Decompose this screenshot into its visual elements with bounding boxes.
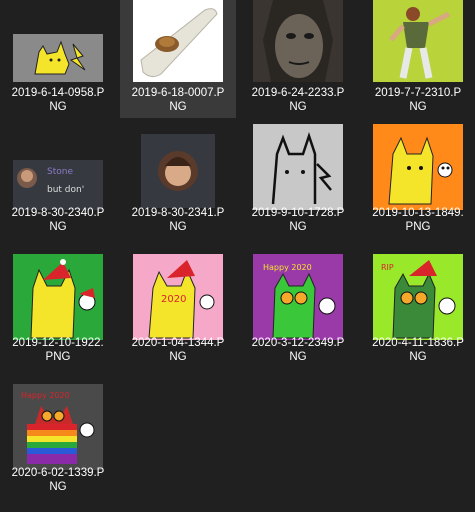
file-name: 2020-3-12-2349.P NG [251,337,345,363]
drawing-caption: RIP [381,263,394,272]
pikachu-orange-thumbnail [373,124,463,210]
chat-message: but don' [47,185,84,195]
file-item[interactable]: 2020 2020-1-04-1344.P NG [120,250,236,368]
pikachu-drawing-thumbnail [13,34,103,82]
kazoo-photo-thumbnail [133,0,223,82]
sketch-drawing-thumbnail [253,124,343,210]
file-item[interactable]: 2019-6-24-2233.P NG [240,0,356,118]
file-item[interactable]: 2019-10-13-1849. PNG [360,120,475,238]
avatar-screenshot-thumbnail [141,134,215,208]
chat-username: Stone [47,167,73,177]
file-item[interactable]: Happy 2020 2020-3-12-2349.P NG [240,250,356,368]
file-name: 2019-7-7-2310.P NG [374,87,462,113]
file-name: 2020-6-02-1339.P NG [11,467,105,493]
file-name: 2019-10-13-1849. PNG [372,207,464,233]
dancing-man-thumbnail [373,0,463,82]
file-name: 2019-8-30-2340.P NG [11,207,105,233]
file-name: 2019-6-18-0007.P NG [131,87,225,113]
file-name: 2019-9-10-1728.P NG [251,207,345,233]
drawing-caption: 2020 [161,294,186,305]
file-item[interactable]: Happy 2020 2020-6-02-1339.P NG [0,380,116,498]
file-item[interactable]: 2019-8-30-2341.P NG [120,120,236,238]
drawing-caption: Happy 2020 [21,391,70,400]
drawing-caption: Happy 2020 [263,263,312,272]
file-name: 2019-12-10-1922. PNG [12,337,104,363]
file-item[interactable]: 2019-7-7-2310.P NG [360,0,475,118]
file-name: 2019-6-24-2233.P NG [251,87,345,113]
file-name: 2020-1-04-1344.P NG [131,337,225,363]
file-name: 2019-8-30-2341.P NG [131,207,225,233]
pikachu-christmas-thumbnail [13,254,103,340]
purple-green-drawing-thumbnail: Happy 2020 [253,254,343,340]
file-name: 2019-6-14-0958.P NG [11,87,105,113]
lime-drawing-thumbnail: RIP [373,254,463,340]
pikachu-pink-thumbnail: 2020 [133,254,223,340]
chat-screenshot-thumbnail: Stone but don' [13,160,103,210]
file-name: 2020-4-11-1836.P NG [372,337,464,363]
file-item[interactable]: 2019-6-18-0007.P NG [120,0,236,118]
face-photo-thumbnail [253,0,343,82]
file-item[interactable]: Stone but don' 2019-8-30-2340.P NG [0,120,116,238]
file-item[interactable]: 2019-9-10-1728.P NG [240,120,356,238]
file-item[interactable]: 2019-6-14-0958.P NG [0,0,116,118]
rainbow-drawing-thumbnail: Happy 2020 [13,384,103,470]
file-grid: 2019-6-14-0958.P NG 2019-6-18-0007.P NG [0,0,475,512]
file-item[interactable]: 2019-12-10-1922. PNG [0,250,116,368]
file-item[interactable]: RIP 2020-4-11-1836.P NG [360,250,475,368]
